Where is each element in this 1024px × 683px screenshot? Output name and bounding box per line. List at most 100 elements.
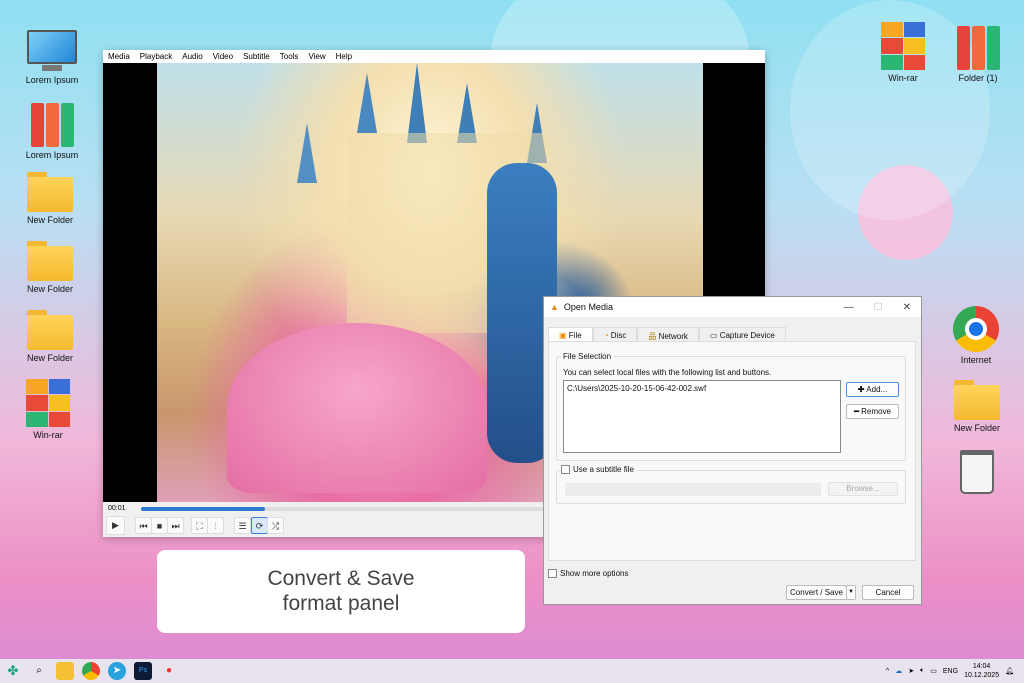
display-icon[interactable]: ▭ [930,667,937,675]
folder-icon [27,241,73,281]
folder-icon [954,380,1000,420]
menu-help[interactable]: Help [336,52,352,61]
menu-view[interactable]: View [308,52,325,61]
desktop-icon-lorem-ipsum-2[interactable]: Lorem Ipsum [17,103,87,160]
convert-save-button[interactable]: Convert / Save [786,585,847,600]
desktop-icon-label: Lorem Ipsum [25,150,79,160]
file-explorer-icon[interactable] [56,662,74,680]
desktop-icon-new-folder[interactable]: New Folder [942,380,1012,433]
winrar-icon [881,22,925,70]
show-more-options-checkbox[interactable]: Show more options [548,569,629,579]
tab-label: File [568,331,582,340]
menu-media[interactable]: Media [108,52,130,61]
notification-bell-icon[interactable]: 🔔︎ [1005,667,1014,675]
loop-button[interactable]: ⟳ [251,517,268,534]
play-button[interactable]: ▶ [106,516,125,535]
desktop-icon-label: Lorem Ipsum [25,75,79,85]
telegram-tray-icon[interactable]: ➤ [908,667,914,675]
subtitle-label: Use a subtitle file [573,465,634,474]
subtitle-path-input [565,483,821,496]
show-more-options-label: Show more options [560,569,629,578]
menu-tools[interactable]: Tools [280,52,299,61]
chrome-taskbar-icon[interactable] [82,662,100,680]
disc-icon: ◔ [603,331,609,340]
convert-save-dropdown-arrow-icon[interactable]: ▼ [846,585,856,600]
checkbox[interactable] [561,465,570,475]
add-button[interactable]: ✚ Add... [846,382,899,397]
desktop-icon-label: New Folder [26,353,73,363]
remove-label: Remove [861,407,891,416]
fullscreen-button[interactable]: ⛶ [191,517,208,534]
system-tray: ^ ☁ ➤ 🔈︎ ▭ ENG 14:04 10.12.2025 🔔︎ [886,662,1024,680]
menu-playback[interactable]: Playback [140,52,172,61]
file-icon: ▣ [559,331,567,340]
remove-button[interactable]: ━ Remove [846,404,899,419]
equalizer-button[interactable]: ⫶ [207,517,224,534]
clock-time: 14:04 [972,663,991,670]
language-indicator[interactable]: ENG [943,668,958,675]
desktop-icon-label: Folder (1) [958,73,998,83]
shuffle-button[interactable]: ⤮ [267,517,284,534]
taskbar: ✤ ⌕ ➤ Ps ● ^ ☁ ➤ 🔈︎ ▭ ENG 14:04 10.12.20… [0,659,1024,683]
capture-device-icon: ▭ [709,331,718,340]
speaker-icon[interactable]: 🔈︎ [920,667,924,675]
photoshop-icon[interactable]: Ps [134,662,152,680]
search-icon[interactable]: ⌕ [30,662,48,680]
binders-icon [943,26,1013,70]
winrar-icon [26,379,70,427]
menu-video[interactable]: Video [213,52,233,61]
tab-label: Capture Device [719,331,775,340]
next-button[interactable]: ⏭ [167,517,184,534]
checkbox[interactable] [548,569,557,579]
desktop-icon-label: Win-rar [33,430,63,440]
minus-icon: ━ [854,407,859,416]
desktop-icon-lorem-ipsum[interactable]: Lorem Ipsum [17,30,87,85]
stop-button[interactable]: ■ [151,517,168,534]
app-icon[interactable]: ● [160,662,178,680]
desktop-icon-new-folder[interactable]: New Folder [15,310,85,363]
elapsed-time: 00:01 [108,505,126,512]
desktop-icon-label: New Folder [26,284,73,294]
file-list-item[interactable]: C:\Users\2025-10-20-15-06-42-002.swf [567,384,837,393]
close-button[interactable]: ✕ [903,302,911,313]
minimize-button[interactable]: — [844,302,854,313]
menu-subtitle[interactable]: Subtitle [243,52,270,61]
chevron-up-icon[interactable]: ^ [886,668,889,675]
desktop-icon-winrar[interactable]: Win-rar [868,22,938,83]
menu-audio[interactable]: Audio [182,52,202,61]
vlc-cone-icon: ▲ [550,302,559,312]
dialog-title: Open Media [563,302,613,312]
menu-bar: Media Playback Audio Video Subtitle Tool… [103,50,765,63]
recycle-bin-icon [960,450,994,494]
desktop-icon-new-folder[interactable]: New Folder [15,241,85,294]
browse-button: Browse... [828,482,898,496]
playlist-button[interactable]: ☰ [234,517,251,534]
clock-date: 10.12.2025 [964,672,1000,679]
previous-button[interactable]: ⏮ [135,517,152,534]
start-button[interactable]: ✤ [4,662,22,680]
file-list[interactable]: C:\Users\2025-10-20-15-06-42-002.swf [563,380,841,453]
desktop-icon-folder-1[interactable]: Folder (1) [943,26,1013,83]
maximize-button[interactable]: ☐ [874,302,883,313]
desktop-icon-label: Win-rar [888,73,918,83]
desktop-icon-recycle-bin[interactable] [942,450,1012,494]
desktop-icon-winrar[interactable]: Win-rar [13,379,83,440]
instructions-text: You can select local files with the foll… [563,368,772,377]
binders-icon [17,103,87,147]
desktop-icon-internet[interactable]: Internet [941,306,1011,365]
network-status-icon[interactable]: ☁ [895,667,902,675]
network-icon: 品 [648,332,657,341]
subtitle-checkbox[interactable]: Use a subtitle file [561,465,637,475]
desktop-icon-new-folder[interactable]: New Folder [15,172,85,225]
desktop-icon-label: Internet [960,355,992,365]
file-selection-label: File Selection [561,352,614,361]
caption-line-1: Convert & Save [267,567,415,590]
dialog-titlebar: ▲ Open Media — ☐ ✕ [544,297,921,317]
telegram-icon[interactable]: ➤ [108,662,126,680]
caption-box: Convert & Save format panel [157,550,525,633]
folder-icon [27,172,73,212]
open-media-dialog: ▲ Open Media — ☐ ✕ ▣ File ◔ Disc 品 Network… [543,296,922,605]
cancel-button[interactable]: Cancel [862,585,914,600]
tab-label: Network [658,332,688,341]
clock[interactable]: 14:04 10.12.2025 [964,662,999,680]
